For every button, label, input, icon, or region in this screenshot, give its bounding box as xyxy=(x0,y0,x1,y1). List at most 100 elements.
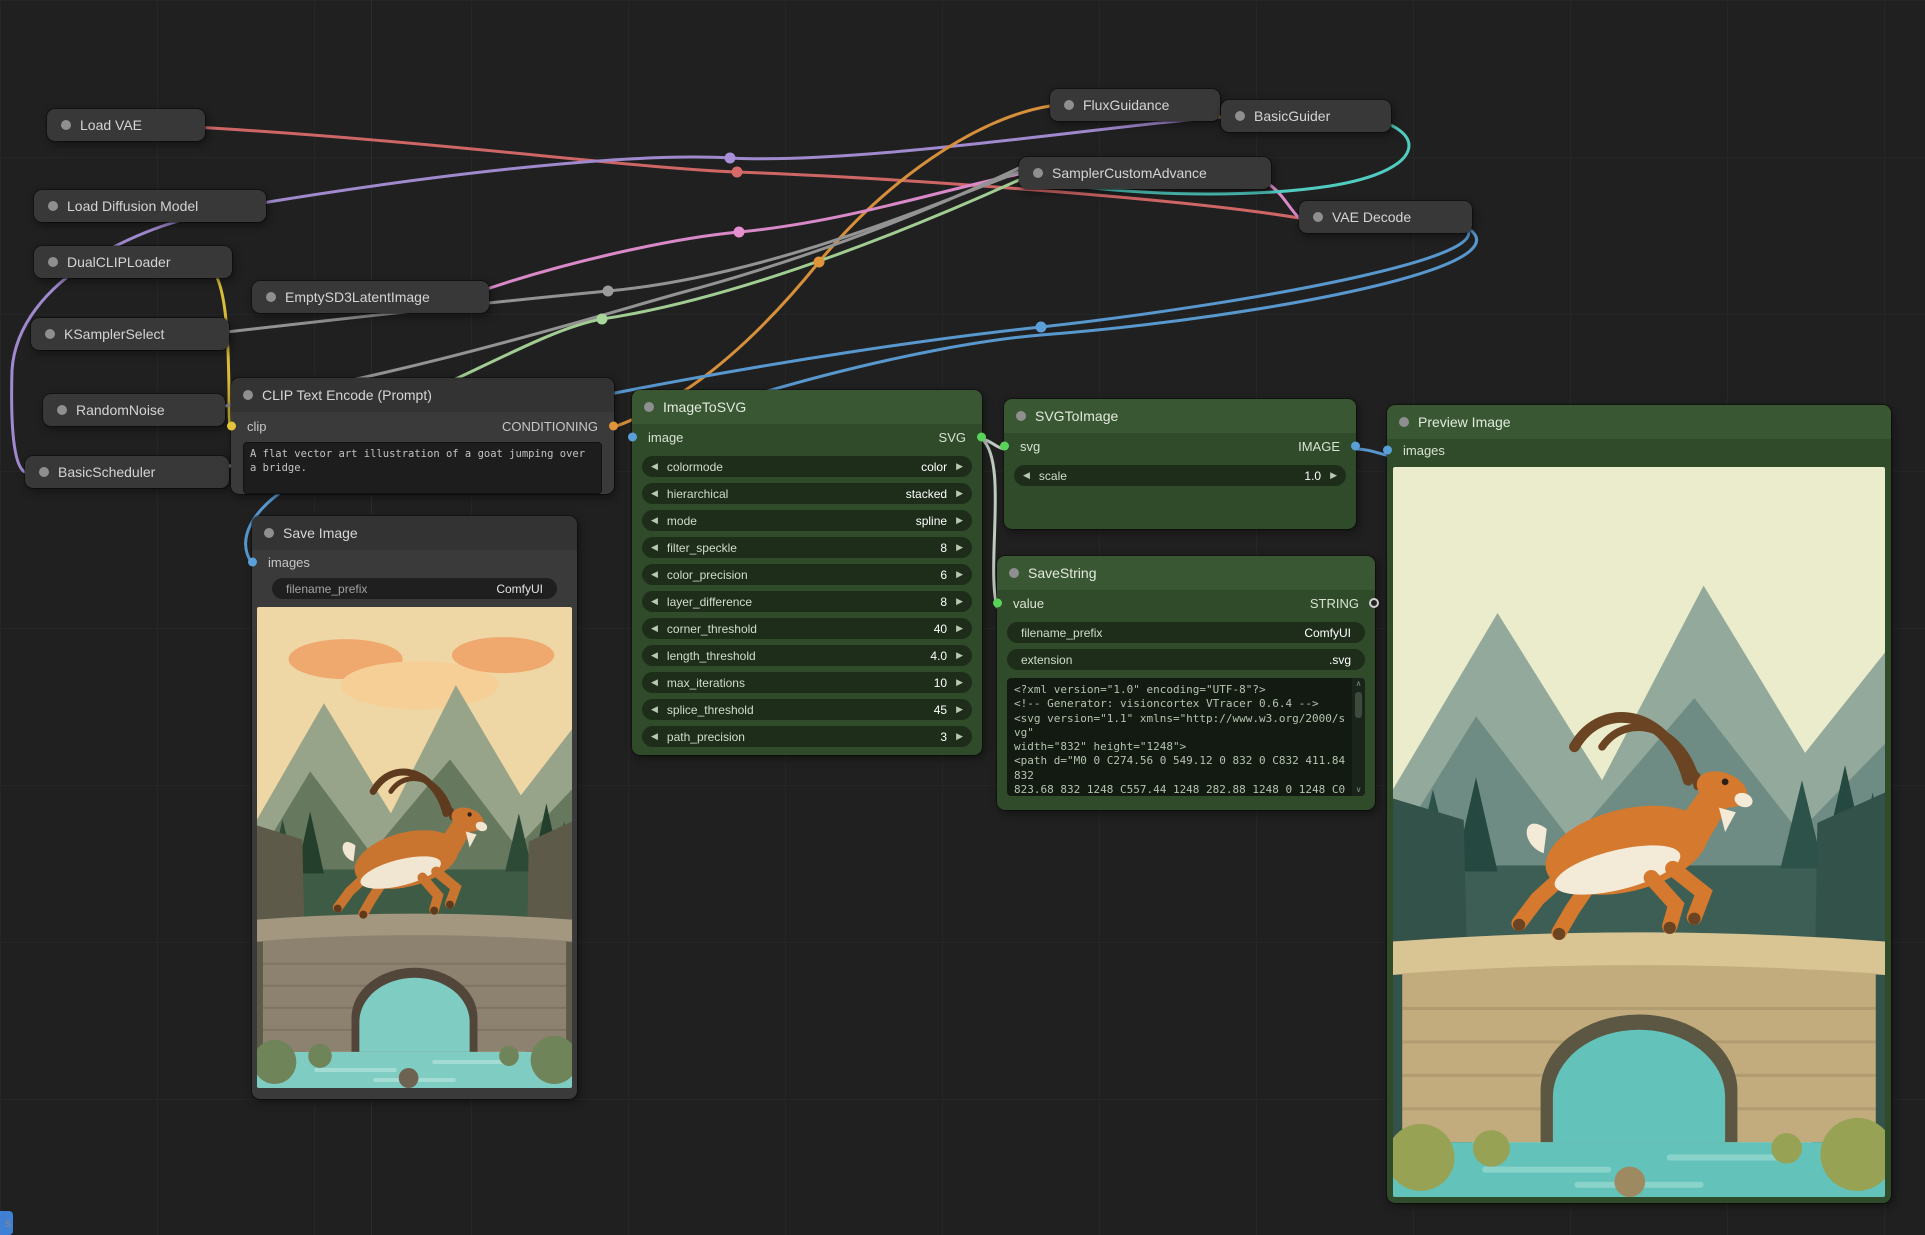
node-header[interactable]: SVGToImage xyxy=(1004,399,1356,433)
output-port-svg[interactable] xyxy=(977,433,986,442)
input-port-images[interactable] xyxy=(248,558,257,567)
collapse-dot-icon[interactable] xyxy=(266,292,276,302)
node-ksampler-select[interactable]: KSamplerSelect xyxy=(31,318,229,350)
increment-icon[interactable]: ▶ xyxy=(956,489,963,498)
svg-code-widget[interactable]: <?xml version="1.0" encoding="UTF-8"?> <… xyxy=(1007,678,1365,796)
decrement-icon[interactable]: ◀ xyxy=(651,705,658,714)
input-port-svg[interactable] xyxy=(1000,442,1009,451)
node-random-noise[interactable]: RandomNoise xyxy=(43,394,225,426)
decrement-icon[interactable]: ◀ xyxy=(651,489,658,498)
collapse-dot-icon[interactable] xyxy=(61,120,71,130)
link-dot[interactable] xyxy=(725,153,736,164)
node-empty-sd3-latent-image[interactable]: EmptySD3LatentImage xyxy=(252,281,489,313)
collapse-dot-icon[interactable] xyxy=(57,405,67,415)
collapse-dot-icon[interactable] xyxy=(48,257,58,267)
node-header[interactable]: CLIP Text Encode (Prompt) xyxy=(231,378,614,412)
collapse-dot-icon[interactable] xyxy=(1033,168,1043,178)
widget-filter-speckle[interactable]: ◀ filter_speckle 8 ▶ xyxy=(642,537,972,558)
widget-splice-threshold[interactable]: ◀ splice_threshold 45 ▶ xyxy=(642,699,972,720)
widget-extension[interactable]: extension .svg xyxy=(1007,649,1365,670)
collapse-dot-icon[interactable] xyxy=(264,528,274,538)
collapse-dot-icon[interactable] xyxy=(1235,111,1245,121)
increment-icon[interactable]: ▶ xyxy=(956,732,963,741)
increment-icon[interactable]: ▶ xyxy=(956,624,963,633)
link-dot[interactable] xyxy=(814,257,825,268)
node-load-vae[interactable]: Load VAE xyxy=(47,109,205,141)
increment-icon[interactable]: ▶ xyxy=(956,516,963,525)
scrollbar-thumb[interactable] xyxy=(1355,692,1362,718)
node-flux-guidance[interactable]: FluxGuidance xyxy=(1050,89,1220,121)
node-basic-scheduler[interactable]: BasicScheduler xyxy=(25,456,229,488)
widget-layer-difference[interactable]: ◀ layer_difference 8 ▶ xyxy=(642,591,972,612)
increment-icon[interactable]: ▶ xyxy=(956,705,963,714)
widget-max-iterations[interactable]: ◀ max_iterations 10 ▶ xyxy=(642,672,972,693)
output-port-string[interactable] xyxy=(1369,598,1379,608)
link-dot[interactable] xyxy=(597,314,608,325)
increment-icon[interactable]: ▶ xyxy=(956,651,963,660)
widget-mode[interactable]: ◀ mode spline ▶ xyxy=(642,510,972,531)
collapse-dot-icon[interactable] xyxy=(1064,100,1074,110)
collapse-dot-icon[interactable] xyxy=(48,201,58,211)
collapse-dot-icon[interactable] xyxy=(243,390,253,400)
scrollbar[interactable]: ∧ ∨ xyxy=(1352,678,1365,796)
collapse-dot-icon[interactable] xyxy=(39,467,49,477)
widget-path-precision[interactable]: ◀ path_precision 3 ▶ xyxy=(642,726,972,747)
node-preview-image[interactable]: Preview Image images xyxy=(1387,405,1891,1203)
node-load-diffusion-model[interactable]: Load Diffusion Model xyxy=(34,190,266,222)
node-graph-canvas[interactable]: Load VAE Load Diffusion Model DualCLIPLo… xyxy=(0,0,1925,1235)
node-sampler-custom-advance[interactable]: SamplerCustomAdvance xyxy=(1019,157,1271,189)
decrement-icon[interactable]: ◀ xyxy=(651,516,658,525)
decrement-icon[interactable]: ◀ xyxy=(651,570,658,579)
increment-icon[interactable]: ▶ xyxy=(956,570,963,579)
link-dot[interactable] xyxy=(603,286,614,297)
decrement-icon[interactable]: ◀ xyxy=(651,597,658,606)
widget-filename-prefix[interactable]: filename_prefix ComfyUI xyxy=(272,578,557,599)
widget-scale[interactable]: ◀ scale 1.0 ▶ xyxy=(1014,465,1346,486)
node-clip-text-encode[interactable]: CLIP Text Encode (Prompt) clip CONDITION… xyxy=(231,378,614,494)
decrement-icon[interactable]: ◀ xyxy=(651,732,658,741)
decrement-icon[interactable]: ◀ xyxy=(1023,471,1030,480)
input-port-image[interactable] xyxy=(628,433,637,442)
node-svg-to-image[interactable]: SVGToImage svg IMAGE ◀ scale 1.0 ▶ xyxy=(1004,399,1356,529)
widget-color-precision[interactable]: ◀ color_precision 6 ▶ xyxy=(642,564,972,585)
output-port-conditioning[interactable] xyxy=(609,422,618,431)
decrement-icon[interactable]: ◀ xyxy=(651,624,658,633)
widget-corner-threshold[interactable]: ◀ corner_threshold 40 ▶ xyxy=(642,618,972,639)
widget-colormode[interactable]: ◀ colormode color ▶ xyxy=(642,456,972,477)
increment-icon[interactable]: ▶ xyxy=(956,543,963,552)
node-header[interactable]: Preview Image xyxy=(1387,405,1891,439)
node-header[interactable]: ImageToSVG xyxy=(632,390,982,424)
decrement-icon[interactable]: ◀ xyxy=(651,678,658,687)
node-image-to-svg[interactable]: ImageToSVG image SVG ◀ colormode color ▶… xyxy=(632,390,982,755)
increment-icon[interactable]: ▶ xyxy=(1330,471,1337,480)
input-port-clip[interactable] xyxy=(227,422,236,431)
link-dot[interactable] xyxy=(734,227,745,238)
collapse-dot-icon[interactable] xyxy=(1399,417,1409,427)
decrement-icon[interactable]: ◀ xyxy=(651,462,658,471)
collapse-dot-icon[interactable] xyxy=(1009,568,1019,578)
collapse-dot-icon[interactable] xyxy=(1313,212,1323,222)
collapse-dot-icon[interactable] xyxy=(644,402,654,412)
decrement-icon[interactable]: ◀ xyxy=(651,543,658,552)
node-dual-clip-loader[interactable]: DualCLIPLoader xyxy=(34,246,232,278)
node-header[interactable]: Save Image xyxy=(252,516,577,550)
widget-filename-prefix[interactable]: filename_prefix ComfyUI xyxy=(1007,622,1365,643)
increment-icon[interactable]: ▶ xyxy=(956,462,963,471)
decrement-icon[interactable]: ◀ xyxy=(651,651,658,660)
input-port-images[interactable] xyxy=(1383,446,1392,455)
input-port-value[interactable] xyxy=(993,599,1002,608)
collapse-dot-icon[interactable] xyxy=(1016,411,1026,421)
node-vae-decode[interactable]: VAE Decode xyxy=(1299,201,1472,233)
prompt-text-widget[interactable]: A flat vector art illustration of a goat… xyxy=(243,442,602,494)
collapse-dot-icon[interactable] xyxy=(45,329,55,339)
node-save-image[interactable]: Save Image images filename_prefix ComfyU… xyxy=(252,516,577,1099)
widget-hierarchical[interactable]: ◀ hierarchical stacked ▶ xyxy=(642,483,972,504)
node-basic-guider[interactable]: BasicGuider xyxy=(1221,100,1391,132)
scroll-up-icon[interactable]: ∧ xyxy=(1356,678,1362,690)
scroll-down-icon[interactable]: ∨ xyxy=(1356,784,1362,796)
link-dot[interactable] xyxy=(732,167,743,178)
widget-length-threshold[interactable]: ◀ length_threshold 4.0 ▶ xyxy=(642,645,972,666)
link-dot[interactable] xyxy=(1036,322,1047,333)
node-header[interactable]: SaveString xyxy=(997,556,1375,590)
output-port-image[interactable] xyxy=(1351,442,1360,451)
